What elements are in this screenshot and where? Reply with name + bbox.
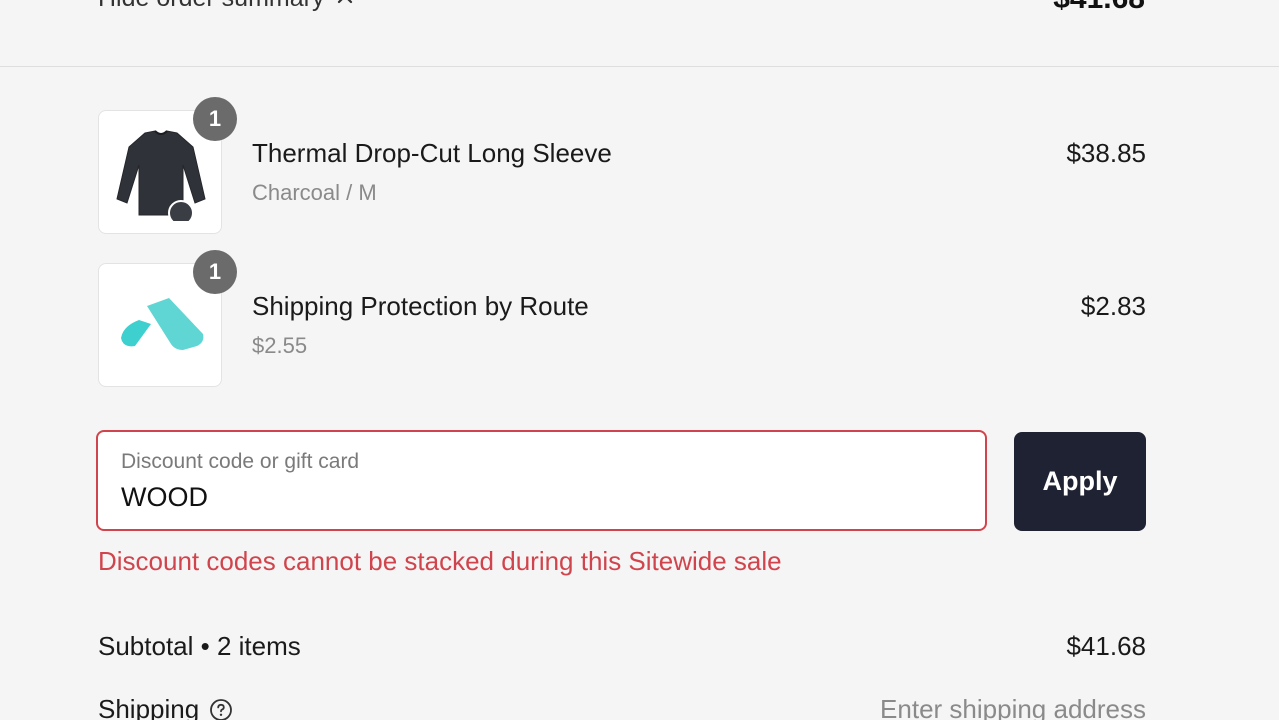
discount-code-field[interactable]: Discount code or gift card xyxy=(96,430,987,531)
item-name: Shipping Protection by Route xyxy=(252,291,589,321)
shipping-label: Shipping xyxy=(98,694,200,720)
order-summary-header: Hide order summary $41.68 xyxy=(0,0,1279,67)
item-price: $2.83 xyxy=(1080,291,1146,321)
item-name: Thermal Drop-Cut Long Sleeve xyxy=(252,138,612,168)
subtotal-label: Subtotal • 2 items xyxy=(98,631,301,661)
quantity-badge: 1 xyxy=(193,97,237,141)
discount-field-label: Discount code or gift card xyxy=(121,450,360,473)
product-thumbnail: 1 xyxy=(98,97,237,234)
long-sleeve-shirt-icon xyxy=(113,125,209,226)
quantity-badge: 1 xyxy=(193,250,237,294)
chevron-up-icon xyxy=(336,0,354,8)
apply-discount-button[interactable]: Apply xyxy=(1014,432,1146,531)
item-price: $38.85 xyxy=(1066,138,1146,168)
order-summary-page: Hide order summary $41.68 1 Thermal Drop… xyxy=(0,0,1279,720)
hide-order-summary-toggle[interactable]: Hide order summary xyxy=(98,0,354,13)
header-order-total: $41.68 xyxy=(1053,0,1145,16)
route-logo-icon xyxy=(117,294,205,363)
subtotal-value: $41.68 xyxy=(1066,631,1146,661)
discount-code-input[interactable] xyxy=(121,482,941,513)
line-item: 1 Thermal Drop-Cut Long Sleeve Charcoal … xyxy=(98,97,1146,236)
discount-error-message: Discount codes cannot be stacked during … xyxy=(98,546,782,576)
toggle-label: Hide order summary xyxy=(98,0,324,13)
line-item: 1 Shipping Protection by Route $2.55 $2.… xyxy=(98,250,1146,389)
shipping-label-group: Shipping xyxy=(98,694,233,720)
item-unit-price: $2.55 xyxy=(252,333,308,358)
shipping-value: Enter shipping address xyxy=(880,694,1146,720)
help-circle-icon[interactable] xyxy=(209,698,233,720)
product-thumbnail: 1 xyxy=(98,250,237,387)
item-variant: Charcoal / M xyxy=(252,180,377,205)
